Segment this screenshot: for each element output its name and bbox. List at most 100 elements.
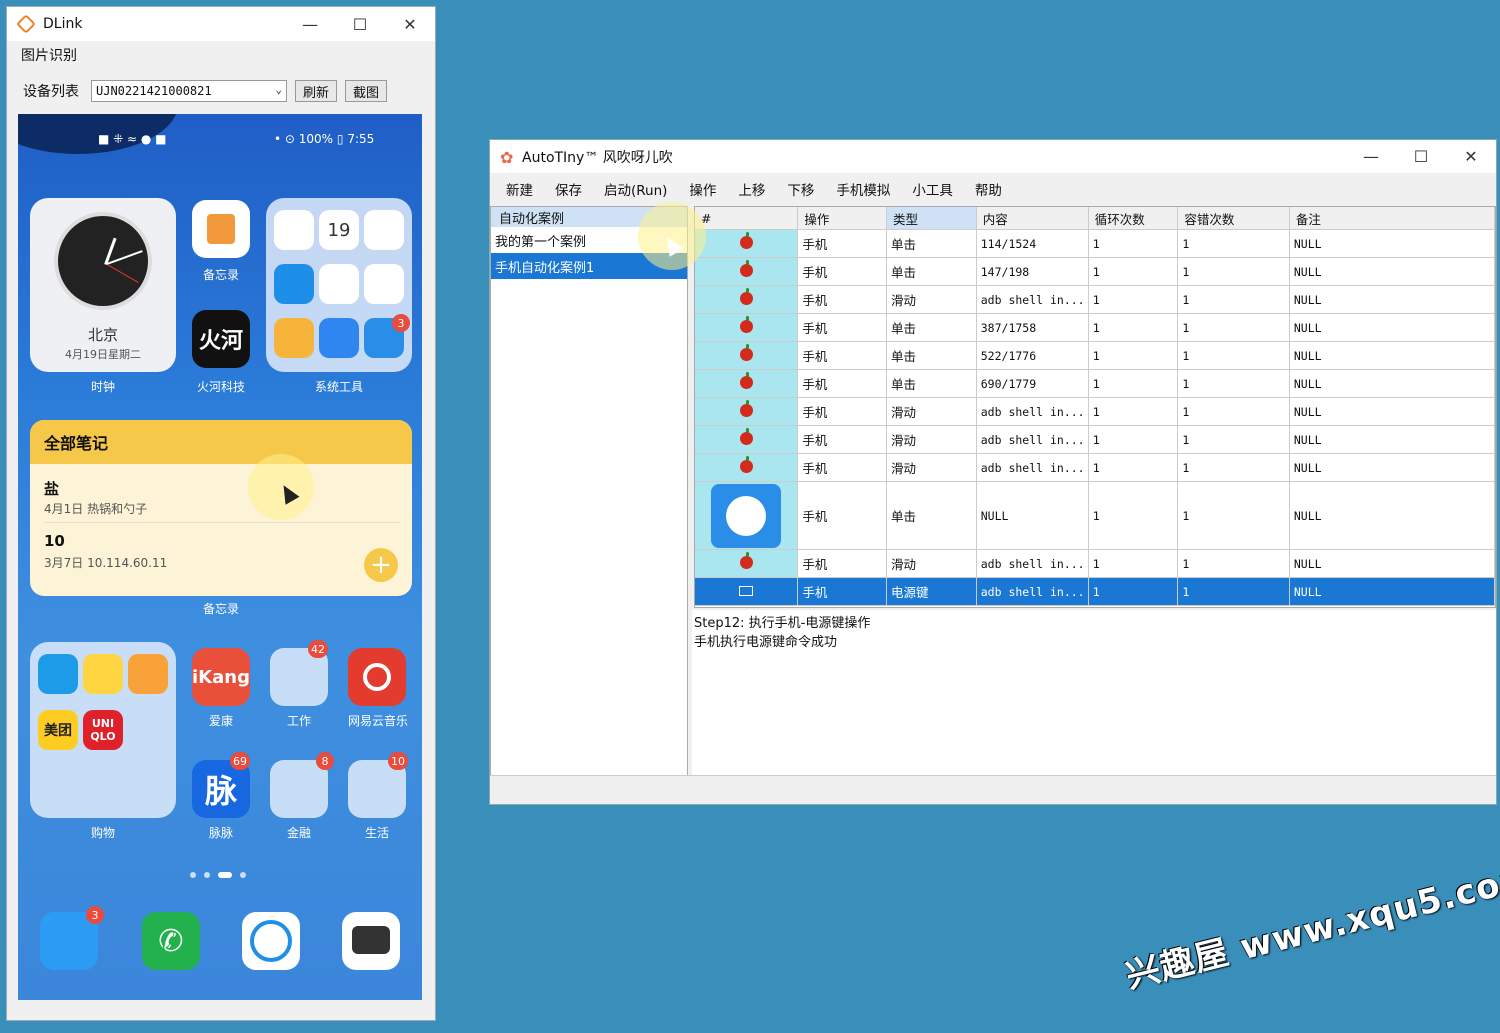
cell-tolerance[interactable]: 1 [1177,313,1290,342]
cell-type[interactable]: 滑动 [886,549,977,578]
clock-widget[interactable]: 北京 4月19日星期二 [30,198,176,372]
cell-type[interactable]: 单击 [886,313,977,342]
cell-loop[interactable]: 1 [1088,453,1179,482]
cell-tolerance[interactable]: 1 [1177,577,1290,606]
table-row[interactable]: 手机 滑动 adb shell in... 1 1 NULL [695,397,1495,426]
cell-content[interactable]: adb shell in... [976,285,1089,314]
cell-operation[interactable]: 手机 [797,341,887,370]
menu-help[interactable]: 帮助 [975,179,1002,199]
table-row[interactable]: 手机 滑动 adb shell in... 1 1 NULL [695,549,1495,578]
col-index[interactable]: # [695,207,799,230]
add-note-button[interactable]: + [364,548,398,582]
device-select[interactable]: UJN0221421000821 ⌄ [91,80,287,102]
cell-content[interactable]: adb shell in... [976,577,1089,606]
menu-move-down[interactable]: 下移 [787,179,814,199]
menu-move-up[interactable]: 上移 [738,179,765,199]
cell-operation[interactable]: 手机 [797,549,887,578]
maximize-icon[interactable]: ☐ [335,15,385,34]
menu-image-recognition[interactable]: 图片识别 [21,45,77,65]
col-type[interactable]: 类型 [886,207,977,230]
cell-note[interactable]: NULL [1289,341,1495,370]
table-row[interactable]: 手机 单击 147/198 1 1 NULL [695,257,1495,286]
table-row[interactable]: 手机 滑动 adb shell in... 1 1 NULL [695,453,1495,482]
cell-tolerance[interactable]: 1 [1177,369,1290,398]
menu-run[interactable]: 启动(Run) [604,179,667,199]
table-row[interactable]: 手机 单击 690/1779 1 1 NULL [695,369,1495,398]
cell-type[interactable]: 滑动 [886,397,977,426]
netease-music-icon[interactable] [348,648,406,706]
screenshot-button[interactable]: 截图 [345,80,388,102]
maximize-icon[interactable]: ☐ [1396,147,1446,166]
finance-folder-icon[interactable] [270,760,328,818]
cell-operation[interactable]: 手机 [797,481,887,550]
cell-type[interactable]: 滑动 [886,453,977,482]
cell-note[interactable]: NULL [1289,313,1495,342]
shopping-folder[interactable]: 美团 UNI QLO [30,642,176,818]
cell-loop[interactable]: 1 [1088,481,1179,550]
table-row[interactable]: 手机 单击 387/1758 1 1 NULL [695,313,1495,342]
note1-title[interactable]: 盐 [44,478,59,499]
cell-type[interactable]: 单击 [886,257,977,286]
memo-app-icon[interactable] [192,200,250,258]
minimize-icon[interactable]: — [1346,147,1396,166]
table-row[interactable]: 手机 单击 114/1524 1 1 NULL [695,229,1495,258]
menu-tools[interactable]: 小工具 [912,179,953,199]
cell-content[interactable]: adb shell in... [976,397,1089,426]
menu-operation[interactable]: 操作 [689,179,716,199]
systools-folder[interactable]: 19 3 [266,198,412,372]
cell-tolerance[interactable]: 1 [1177,397,1290,426]
cell-content[interactable]: adb shell in... [976,425,1089,454]
cell-note[interactable]: NULL [1289,285,1495,314]
col-loop[interactable]: 循环次数 [1088,207,1179,230]
cell-loop[interactable]: 1 [1088,313,1179,342]
huohe-app-icon[interactable]: 火河 [192,310,250,368]
cell-note[interactable]: NULL [1289,577,1495,606]
cell-operation[interactable]: 手机 [797,285,887,314]
col-tolerance[interactable]: 容错次数 [1177,207,1290,230]
cell-operation[interactable]: 手机 [797,397,887,426]
cell-operation[interactable]: 手机 [797,257,887,286]
cell-tolerance[interactable]: 1 [1177,425,1290,454]
cell-operation[interactable]: 手机 [797,369,887,398]
cell-operation[interactable]: 手机 [797,229,887,258]
table-row[interactable]: 手机 单击 522/1776 1 1 NULL [695,341,1495,370]
cell-note[interactable]: NULL [1289,397,1495,426]
cell-loop[interactable]: 1 [1088,425,1179,454]
cell-tolerance[interactable]: 1 [1177,341,1290,370]
table-row[interactable]: 手机 电源键 adb shell in... 1 1 NULL [695,577,1495,606]
cell-tolerance[interactable]: 1 [1177,229,1290,258]
cell-type[interactable]: 滑动 [886,425,977,454]
camera-icon[interactable] [342,912,400,970]
cell-type[interactable]: 电源键 [886,577,977,606]
close-icon[interactable]: ✕ [1446,147,1496,166]
cell-note[interactable]: NULL [1289,369,1495,398]
cell-tolerance[interactable]: 1 [1177,285,1290,314]
cell-operation[interactable]: 手机 [797,425,887,454]
cell-operation[interactable]: 手机 [797,313,887,342]
col-operation[interactable]: 操作 [797,207,887,230]
cell-loop[interactable]: 1 [1088,341,1179,370]
cell-content[interactable]: adb shell in... [976,453,1089,482]
col-content[interactable]: 内容 [976,207,1089,230]
col-note[interactable]: 备注 [1289,207,1495,230]
cell-loop[interactable]: 1 [1088,397,1179,426]
table-row[interactable]: 手机 滑动 adb shell in... 1 1 NULL [695,425,1495,454]
cell-type[interactable]: 单击 [886,341,977,370]
cell-tolerance[interactable]: 1 [1177,453,1290,482]
notes-widget[interactable]: 全部笔记 盐 4月1日 热锅和勺子 10 3月7日 10.114.60.11 + [30,420,412,596]
cell-content[interactable]: NULL [976,481,1089,550]
cell-loop[interactable]: 1 [1088,285,1179,314]
cell-type[interactable]: 单击 [886,229,977,258]
cell-type[interactable]: 单击 [886,481,977,550]
browser-icon[interactable] [242,912,300,970]
aikang-app-icon[interactable]: iKang [192,648,250,706]
cell-loop[interactable]: 1 [1088,549,1179,578]
cell-tolerance[interactable]: 1 [1177,481,1290,550]
menu-new[interactable]: 新建 [506,179,533,199]
cell-content[interactable]: 690/1779 [976,369,1089,398]
cell-loop[interactable]: 1 [1088,257,1179,286]
cell-tolerance[interactable]: 1 [1177,257,1290,286]
cell-note[interactable]: NULL [1289,257,1495,286]
phone-call-icon[interactable]: ✆ [142,912,200,970]
cell-type[interactable]: 滑动 [886,285,977,314]
